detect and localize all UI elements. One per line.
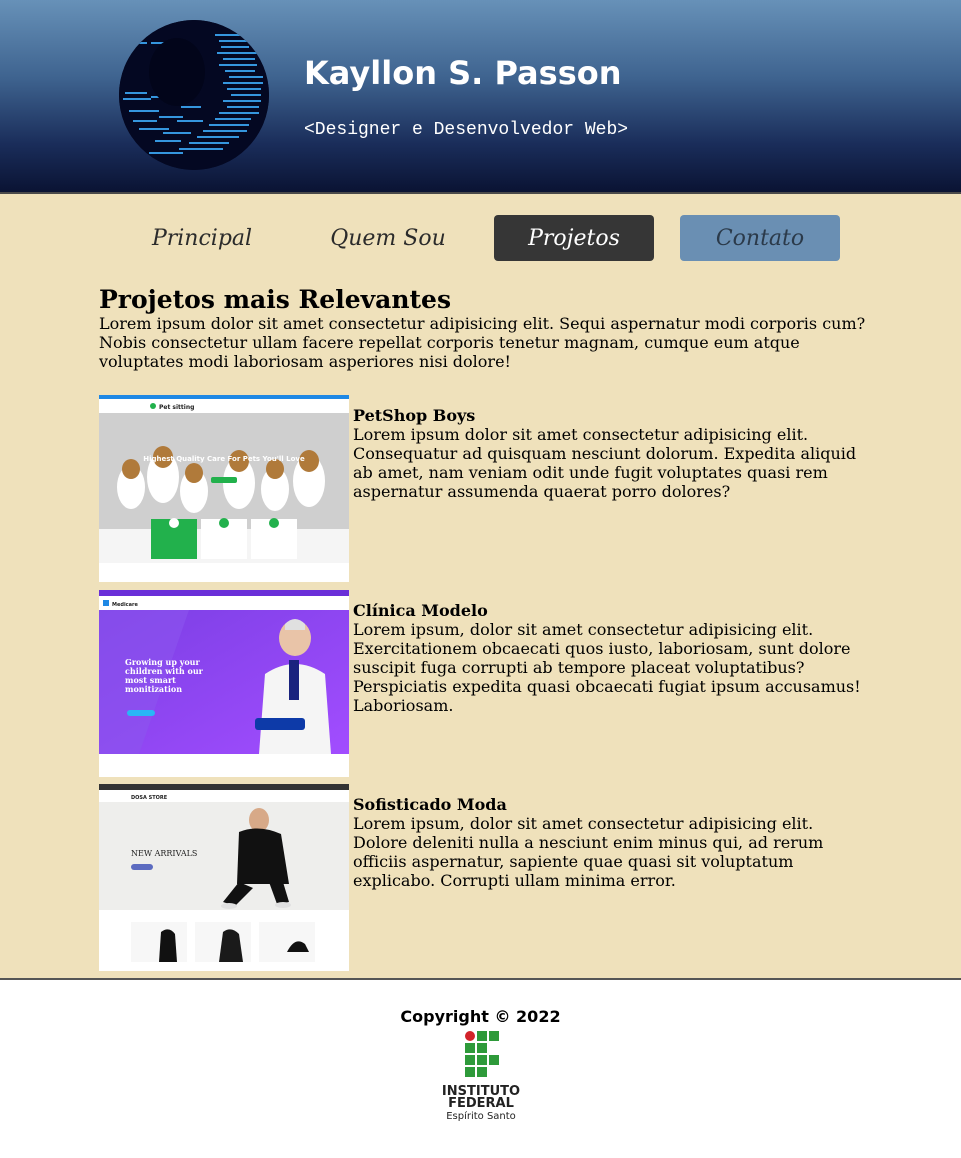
avatar — [119, 20, 269, 170]
project-description: Lorem ipsum, dolor sit amet consectetur … — [353, 620, 861, 715]
site-subtitle: <Designer e Desenvolvedor Web> — [304, 120, 629, 140]
main-nav: Principal Quem Sou Projetos Contato — [0, 215, 961, 261]
thumb-brand: Medicare — [112, 602, 138, 608]
nav-projetos[interactable]: Projetos — [494, 215, 654, 261]
project-title: Sofisticado Moda — [353, 795, 507, 814]
thumb-brand: Pet sitting — [159, 404, 194, 411]
project-card-petshop: Pet sitting Highest Quality Care For Pet… — [99, 395, 869, 582]
project-title: Clínica Modelo — [353, 601, 488, 620]
site-name: Kayllon S. Passon — [304, 54, 622, 92]
project-card-clinica: Medicare Growing up your children with o… — [99, 590, 869, 777]
logo-line-2: FEDERAL — [448, 1096, 514, 1111]
thumb-headline: Growing up your children with our most s… — [125, 658, 203, 694]
project-thumbnail[interactable]: Medicare Growing up your children with o… — [99, 590, 349, 777]
nav-quem-sou[interactable]: Quem Sou — [308, 215, 468, 261]
page-title: Projetos mais Relevantes — [99, 285, 452, 314]
section-intro: Lorem ipsum dolor sit amet consectetur a… — [99, 314, 866, 371]
clinica-preview-image: Medicare Growing up your children with o… — [99, 590, 349, 777]
thumb-headline: NEW ARRIVALS — [131, 849, 197, 858]
copyright-text: Copyright © 2022 — [400, 1007, 561, 1026]
site-header: Kayllon S. Passon <Designer e Desenvolve… — [0, 0, 961, 194]
project-thumbnail[interactable]: Pet sitting Highest Quality Care For Pet… — [99, 395, 349, 582]
project-description: Lorem ipsum, dolor sit amet consectetur … — [353, 814, 824, 890]
main-content: Principal Quem Sou Projetos Contato Proj… — [0, 194, 961, 980]
nav-principal[interactable]: Principal — [122, 215, 282, 261]
petshop-preview-image: Pet sitting Highest Quality Care For Pet… — [99, 395, 349, 582]
project-title: PetShop Boys — [353, 406, 476, 425]
project-description: Lorem ipsum dolor sit amet consectetur a… — [353, 425, 857, 501]
nav-contato[interactable]: Contato — [680, 215, 840, 261]
thumb-brand: DOSA STORE — [131, 795, 168, 801]
instituto-federal-logo: INSTITUTO FEDERAL Espírito Santo — [440, 1030, 522, 1126]
code-matrix-image — [119, 20, 269, 170]
moda-preview-image: DOSA STORE NEW ARRIVALS — [99, 784, 349, 971]
project-card-moda: DOSA STORE NEW ARRIVALS Sofisticado Moda — [99, 784, 869, 971]
site-footer: Copyright © 2022 INSTITUTO FEDERAL Espír… — [0, 980, 961, 1156]
if-grid-icon — [465, 1031, 499, 1077]
project-thumbnail[interactable]: DOSA STORE NEW ARRIVALS — [99, 784, 349, 971]
logo-line-3: Espírito Santo — [446, 1111, 516, 1122]
thumb-headline: Highest Quality Care For Pets You'll Lov… — [143, 455, 305, 463]
